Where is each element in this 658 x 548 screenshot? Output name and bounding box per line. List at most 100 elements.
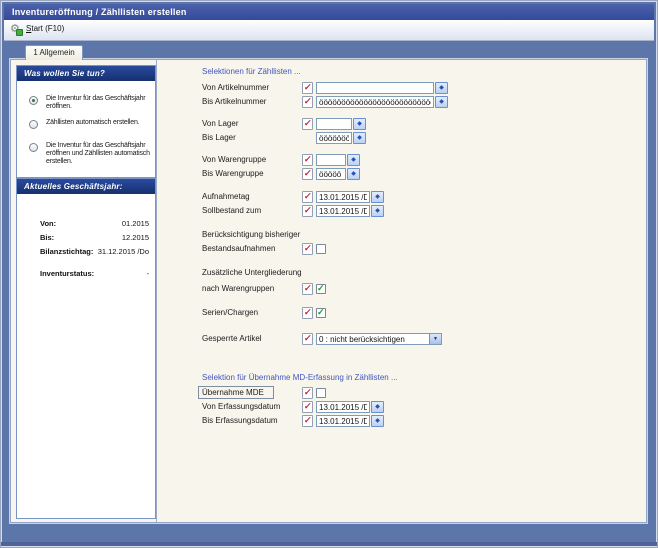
field-label: Von Warengruppe	[202, 155, 266, 165]
lookup-spinner-button[interactable]	[435, 82, 448, 94]
selection-column: Selektionen für Zähllisten ... Von Artik…	[157, 60, 646, 522]
row-von-warengruppe: Von Warengruppe	[157, 154, 644, 166]
serien-chargen-checkbox[interactable]	[316, 308, 326, 318]
run-gear-icon	[10, 23, 23, 36]
row-bestandsaufnahmen: Bestandsaufnahmen	[157, 243, 644, 255]
lookup-spinner-button[interactable]	[353, 118, 366, 130]
bis-warengruppe-input[interactable]	[316, 168, 346, 180]
lookup-spinner-button[interactable]	[353, 132, 366, 144]
calendar-spinner-button[interactable]	[371, 205, 384, 217]
sollbestand-input[interactable]	[316, 205, 370, 217]
row-von-erfassungsdatum: Von Erfassungsdatum	[157, 401, 644, 413]
fiscal-row-inventurstatus: Inventurstatus: -	[17, 269, 155, 278]
nach-warengruppen-checkbox[interactable]	[316, 284, 326, 294]
row-von-lager: Von Lager	[157, 118, 644, 130]
field-label: Von Lager	[202, 119, 238, 129]
fiscal-row-bilanzstichtag: Bilanzstichtag: 31.12.2015 /Do	[17, 247, 155, 256]
label-untergliederung-line1: Zusätzliche Untergliederung	[202, 268, 302, 278]
radio-option-open-and-create[interactable]: Die Inventur für das Geschäftsjahr eröff…	[29, 142, 151, 166]
label-beruecksichtigung-line1: Berücksichtigung bisheriger	[202, 230, 300, 240]
red-check-icon[interactable]	[302, 387, 313, 399]
lookup-spinner-button[interactable]	[347, 168, 360, 180]
fiscal-label: Von:	[40, 219, 56, 228]
radio-selected-icon[interactable]	[29, 96, 38, 105]
field-label: Aufnahmetag	[202, 192, 250, 202]
red-check-icon[interactable]	[302, 96, 313, 108]
section-title-selections: Selektionen für Zähllisten ...	[202, 67, 301, 77]
row-bis-artikelnummer: Bis Artikelnummer	[157, 96, 644, 108]
window-title: Inventureröffnung / Zähllisten erstellen	[4, 4, 654, 20]
row-bis-lager: Bis Lager	[157, 132, 644, 144]
tab-allgemein[interactable]: 1 Allgemein	[25, 45, 83, 60]
fiscal-value: 01.2015	[122, 219, 149, 228]
field-label: Bis Warengruppe	[202, 169, 264, 179]
radio-icon[interactable]	[29, 120, 38, 129]
red-check-icon[interactable]	[302, 333, 313, 345]
start-button[interactable]: Start (F10)	[26, 24, 64, 33]
von-artikelnummer-input[interactable]	[316, 82, 434, 94]
bestandsaufnahmen-checkbox[interactable]	[316, 244, 326, 254]
red-check-icon[interactable]	[302, 307, 313, 319]
uebernahme-mde-checkbox[interactable]	[316, 388, 326, 398]
dropdown-arrow-icon[interactable]	[429, 334, 441, 344]
red-check-icon[interactable]	[302, 415, 313, 427]
row-gesperrte-artikel: Gesperrte Artikel 0 : nicht berücksichti…	[157, 333, 644, 345]
app-window: Inventureröffnung / Zähllisten erstellen…	[0, 0, 658, 548]
field-label: Bestandsaufnahmen	[202, 244, 275, 254]
row-sollbestand: Sollbestand zum	[157, 205, 644, 217]
row-uebernahme-mde: Übernahme MDE	[157, 387, 644, 399]
bis-artikelnummer-input[interactable]	[316, 96, 434, 108]
calendar-spinner-button[interactable]	[371, 191, 384, 203]
field-label: Von Artikelnummer	[202, 83, 269, 93]
red-check-icon[interactable]	[302, 243, 313, 255]
fiscal-label: Bis:	[40, 233, 54, 242]
calendar-spinner-button[interactable]	[371, 401, 384, 413]
field-label: Sollbestand zum	[202, 206, 261, 216]
radio-label: Zähllisten automatisch erstellen.	[46, 119, 151, 127]
field-label: Bis Erfassungsdatum	[202, 416, 278, 426]
window-bottom-edge	[1, 542, 657, 546]
bis-lager-input[interactable]	[316, 132, 352, 144]
section-title-mde: Selektion für Übernahme MD-Erfassung in …	[202, 373, 398, 383]
lookup-spinner-button[interactable]	[435, 96, 448, 108]
red-check-icon[interactable]	[302, 401, 313, 413]
field-label: Gesperrte Artikel	[202, 334, 262, 344]
von-lager-input[interactable]	[316, 118, 352, 130]
aufnahmetag-input[interactable]	[316, 191, 370, 203]
field-label: nach Warengruppen	[202, 284, 274, 294]
gesperrte-artikel-value: 0 : nicht berücksichtigen	[319, 335, 427, 345]
fiscal-label: Bilanzstichtag:	[40, 247, 93, 256]
gesperrte-artikel-select[interactable]: 0 : nicht berücksichtigen	[316, 333, 442, 345]
row-von-artikelnummer: Von Artikelnummer	[157, 82, 644, 94]
radio-label: Die Inventur für das Geschäftsjahr eröff…	[46, 95, 151, 111]
red-check-icon[interactable]	[302, 205, 313, 217]
start-button-rest: tart (F10)	[31, 24, 64, 33]
red-check-icon[interactable]	[302, 154, 313, 166]
fiscal-row-von: Von: 01.2015	[17, 219, 155, 228]
field-label: Von Erfassungsdatum	[202, 402, 280, 412]
von-erfassungsdatum-input[interactable]	[316, 401, 370, 413]
red-check-icon[interactable]	[302, 82, 313, 94]
question-box-title: Was wollen Sie tun?	[17, 66, 155, 81]
bis-erfassungsdatum-input[interactable]	[316, 415, 370, 427]
field-label: Serien/Chargen	[202, 308, 258, 318]
radio-label: Die Inventur für das Geschäftsjahr eröff…	[46, 142, 151, 166]
red-check-icon[interactable]	[302, 168, 313, 180]
radio-option-open-inventory[interactable]: Die Inventur für das Geschäftsjahr eröff…	[29, 95, 151, 111]
fiscal-row-bis: Bis: 12.2015	[17, 233, 155, 242]
von-warengruppe-input[interactable]	[316, 154, 346, 166]
fiscal-label: Inventurstatus:	[40, 269, 94, 278]
calendar-spinner-button[interactable]	[371, 415, 384, 427]
red-check-icon[interactable]	[302, 191, 313, 203]
radio-icon[interactable]	[29, 143, 38, 152]
main-panel: Was wollen Sie tun? Die Inventur für das…	[10, 59, 647, 523]
row-serien-chargen: Serien/Chargen	[157, 307, 644, 319]
lookup-spinner-button[interactable]	[347, 154, 360, 166]
radio-option-create-lists[interactable]: Zähllisten automatisch erstellen.	[29, 119, 151, 127]
red-check-icon[interactable]	[302, 118, 313, 130]
question-box: Was wollen Sie tun? Die Inventur für das…	[16, 65, 156, 178]
fiscal-value: 31.12.2015 /Do	[98, 247, 149, 256]
red-check-icon[interactable]	[302, 283, 313, 295]
field-label: Bis Lager	[202, 133, 236, 143]
row-nach-warengruppen: nach Warengruppen	[157, 283, 644, 295]
